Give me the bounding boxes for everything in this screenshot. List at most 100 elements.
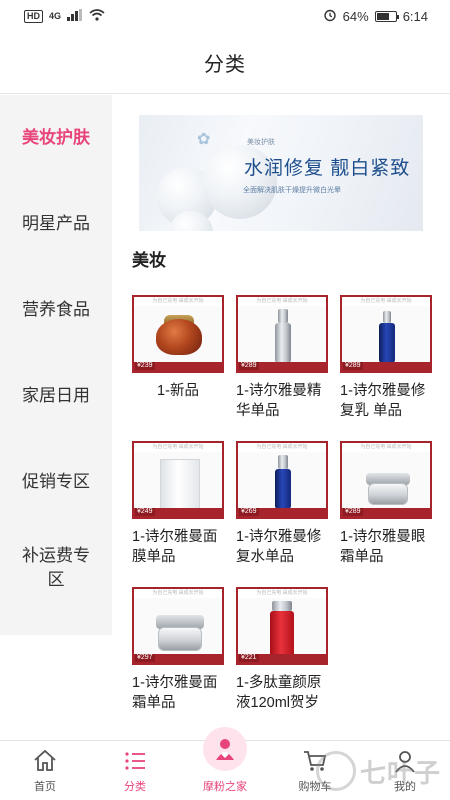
product-image: 为自己充电 由成长开始 ¥289	[340, 441, 432, 519]
product-image: 为自己充电 由成长开始 ¥221	[236, 587, 328, 665]
product-card[interactable]: 为自己充电 由成长开始 ¥221 1-多肽童颜原液120ml贺岁	[236, 587, 328, 713]
sidebar-item-label: 营养食品	[22, 300, 90, 319]
sidebar-item-star-products[interactable]: 明星产品	[0, 181, 112, 267]
tab-cart[interactable]: 购物车	[270, 741, 360, 800]
person-heart-icon	[216, 739, 234, 760]
thumb-header-text: 为自己充电 由成长开始	[342, 297, 430, 306]
product-card[interactable]: 为自己充电 由成长开始 ¥249 1-诗尔雅曼面膜单品	[132, 441, 224, 567]
tab-label: 首页	[34, 781, 56, 793]
user-icon	[395, 751, 415, 773]
product-image: 为自己充电 由成长开始 ¥239	[132, 295, 224, 373]
price-tag: ¥221	[239, 654, 259, 662]
bottle-cap	[278, 455, 288, 469]
thumb-header-text: 为自己充电 由成长开始	[134, 297, 222, 306]
tab-label: 我的	[394, 781, 416, 793]
product-card[interactable]: 为自己充电 由成长开始 ¥239 1-新品	[132, 295, 224, 401]
battery-level	[376, 12, 389, 20]
sidebar-item-label: 明星产品	[22, 214, 90, 233]
tab-category[interactable]: 分类	[90, 741, 180, 800]
tab-label: 分类	[124, 781, 146, 793]
tab-fan-home[interactable]: 摩粉之家	[180, 727, 270, 800]
product-card[interactable]: 为自己充电 由成长开始 ¥297 1-诗尔雅曼面霜单品	[132, 587, 224, 713]
cream-jar	[158, 627, 202, 651]
battery-percent: 64%	[342, 8, 369, 24]
sidebar-item-shipping-fee[interactable]: 补运费专区	[0, 525, 112, 611]
banner-headline: 水润修复 靓白紧致	[244, 158, 411, 179]
sidebar-item-label: 补运费专区	[22, 546, 90, 589]
sidebar-item-label: 家居日用	[22, 386, 90, 405]
section-title: 美妆	[132, 251, 166, 270]
battery-icon	[374, 10, 399, 22]
thumb-header-text: 为自己充电 由成长开始	[342, 443, 430, 452]
price-tag: ¥289	[343, 362, 363, 370]
product-image: 为自己充电 由成长开始 ¥269	[236, 441, 328, 519]
product-card[interactable]: 为自己充电 由成长开始 ¥289 1-诗尔雅曼眼霜单品	[340, 441, 432, 567]
thumb-header-text: 为自己充电 由成长开始	[238, 443, 326, 452]
bottle-cap	[272, 601, 292, 611]
product-bottle	[275, 469, 291, 509]
sidebar-item-beauty-skincare[interactable]: 美妆护肤	[0, 95, 112, 181]
category-list-icon	[125, 752, 145, 770]
product-name: 1-诗尔雅曼修复乳 单品	[340, 383, 426, 419]
product-bottle	[270, 611, 294, 657]
product-image: 为自己充电 由成长开始 ¥249	[132, 441, 224, 519]
price-tag: ¥297	[135, 654, 155, 662]
bottom-tab-bar: 首页 分类 摩粉之家 购物车 我的	[0, 727, 450, 800]
page-title: 分类	[204, 54, 246, 76]
banner-subtext: 全面解决肌肤干燥提升微白光晕	[243, 187, 341, 194]
price-tag: ¥289	[343, 508, 363, 516]
status-right: 64% 6:14	[323, 8, 428, 25]
wifi-icon	[89, 8, 105, 24]
fan-home-badge	[203, 727, 247, 771]
product-card[interactable]: 为自己充电 由成长开始 ¥289 1-诗尔雅曼修复乳 单品	[340, 295, 432, 421]
hd-badge: HD	[24, 9, 43, 23]
product-bottle	[379, 323, 395, 363]
product-name: 1-多肽童颜原液120ml贺岁	[236, 675, 322, 711]
status-time: 6:14	[402, 8, 428, 24]
product-name: 1-诗尔雅曼眼霜单品	[340, 529, 426, 565]
tab-mine[interactable]: 我的	[360, 741, 450, 800]
product-name: 1-诗尔雅曼面霜单品	[132, 675, 218, 711]
price-tag: ¥289	[239, 362, 259, 370]
banner-small-text: 美妆护肤	[247, 139, 275, 146]
category-content: ✿ 美妆护肤 水润修复 靓白紧致 全面解决肌肤干燥提升微白光晕 美妆 为自己充电…	[112, 95, 450, 740]
sidebar-item-label: 促销专区	[22, 472, 90, 491]
product-name: 1-新品	[157, 383, 199, 399]
product-card[interactable]: 为自己充电 由成长开始 ¥269 1-诗尔雅曼修复水单品	[236, 441, 328, 567]
page-header: 分类	[0, 32, 450, 94]
product-name: 1-诗尔雅曼精华单品	[236, 383, 322, 419]
product-name: 1-诗尔雅曼修复水单品	[236, 529, 322, 565]
product-name: 1-诗尔雅曼面膜单品	[132, 529, 218, 565]
product-image: 为自己充电 由成长开始 ¥289	[340, 295, 432, 373]
network-type: 4G	[49, 11, 62, 21]
category-sidebar: 美妆护肤 明星产品 营养食品 家居日用 促销专区 补运费专区	[0, 95, 112, 635]
alarm-icon	[323, 8, 337, 25]
sidebar-item-promotions[interactable]: 促销专区	[0, 439, 112, 525]
price-tag: ¥249	[135, 508, 155, 516]
status-left: HD 4G	[24, 8, 105, 24]
thumb-header-text: 为自己充电 由成长开始	[238, 589, 326, 598]
product-card[interactable]: 为自己充电 由成长开始 ¥289 1-诗尔雅曼精华单品	[236, 295, 328, 421]
flower-icon: ✿	[197, 131, 211, 148]
sidebar-item-nutrition-food[interactable]: 营养食品	[0, 267, 112, 353]
home-icon	[34, 749, 56, 771]
product-jar	[156, 319, 202, 355]
cart-icon	[304, 751, 327, 771]
price-tag: ¥239	[135, 362, 155, 370]
tab-label: 摩粉之家	[203, 781, 247, 793]
thumb-header-text: 为自己充电 由成长开始	[134, 589, 222, 598]
thumb-header-text: 为自己充电 由成长开始	[238, 297, 326, 306]
sidebar-item-label: 美妆护肤	[22, 128, 90, 147]
tab-home[interactable]: 首页	[0, 741, 90, 800]
bottle-cap	[278, 309, 288, 323]
product-image: 为自己充电 由成长开始 ¥289	[236, 295, 328, 373]
price-tag: ¥269	[239, 508, 259, 516]
product-box	[160, 459, 200, 509]
tab-label: 购物车	[298, 781, 332, 793]
signal-icon	[67, 8, 83, 24]
sidebar-item-household[interactable]: 家居日用	[0, 353, 112, 439]
category-banner[interactable]: ✿ 美妆护肤 水润修复 靓白紧致 全面解决肌肤干燥提升微白光晕	[139, 115, 423, 231]
status-bar: HD 4G 64% 6:14	[0, 0, 450, 32]
cream-jar	[368, 483, 408, 505]
bottle-cap	[383, 311, 391, 323]
